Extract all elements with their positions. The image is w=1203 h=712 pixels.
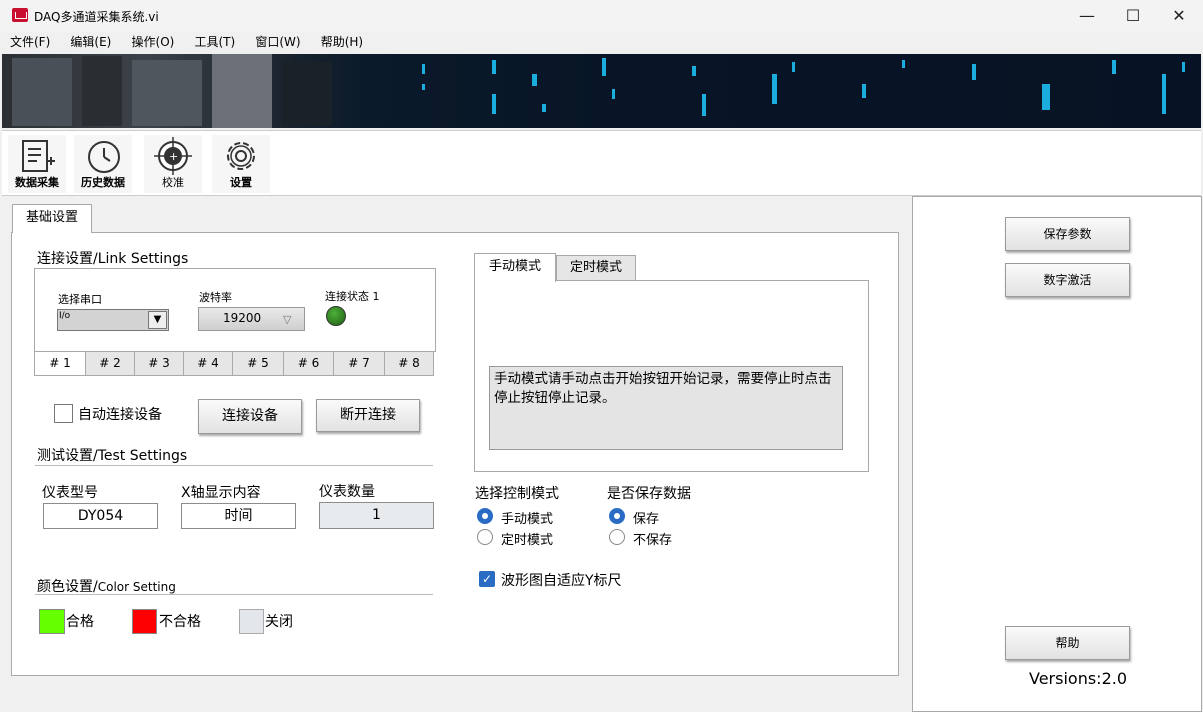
minimize-button[interactable]: —	[1064, 0, 1110, 32]
autoscale-label: 波形图自适应Y标尺	[501, 573, 622, 589]
baud-rate-value: 19200	[223, 311, 262, 325]
toolbar-label: 数据采集	[15, 176, 59, 189]
autoscale-checkbox[interactable]: ✓	[479, 571, 495, 587]
toolbar-label: 校准	[162, 176, 184, 189]
tab-basic-settings[interactable]: 基础设置	[12, 204, 92, 233]
close-button[interactable]: ✕	[1156, 0, 1202, 32]
channel-tab-7[interactable]: # 7	[333, 351, 385, 376]
title-bar: DAQ多通道采集系统.vi — ☐ ✕	[0, 0, 1203, 32]
channel-tab-8[interactable]: # 8	[384, 351, 434, 376]
toolbar-settings[interactable]: 设置	[212, 135, 270, 193]
tab-timed-mode[interactable]: 定时模式	[556, 255, 636, 282]
chevron-down-icon: ▽	[283, 313, 292, 326]
timed-mode-option-label: 定时模式	[501, 533, 554, 548]
manual-mode-option-label: 手动模式	[501, 512, 554, 527]
tab-manual-mode[interactable]: 手动模式	[474, 253, 556, 282]
pass-color-swatch[interactable]	[39, 609, 65, 634]
save-option-label: 保存	[633, 512, 660, 527]
control-mode-label: 选择控制模式	[475, 486, 559, 502]
menu-help[interactable]: 帮助(H)	[321, 32, 363, 52]
mode-description: 手动模式请手动点击开始按钮开始记录，需要停止时点击停止按钮停止记录。	[489, 366, 843, 450]
activate-button[interactable]: 数字激活	[1005, 263, 1130, 297]
save-radio[interactable]	[609, 508, 625, 524]
channel-tab-2[interactable]: # 2	[85, 351, 135, 376]
svg-text:+: +	[169, 150, 178, 163]
auto-connect-label: 自动连接设备	[78, 407, 162, 423]
toolbar-history[interactable]: 历史数据	[74, 135, 132, 193]
off-color-swatch[interactable]	[239, 609, 264, 634]
test-settings-title: 测试设置/Test Settings	[37, 448, 188, 464]
toolbar-data-acquisition[interactable]: 数据采集	[8, 135, 66, 193]
toolbar-calibrate[interactable]: + 校准	[144, 135, 202, 193]
serial-port-select[interactable]: I/o ▼	[57, 309, 169, 331]
history-clock-icon	[88, 141, 120, 173]
menu-edit[interactable]: 编辑(E)	[70, 32, 111, 52]
x-axis-field[interactable]: 时间	[181, 503, 296, 529]
connection-status-label: 连接状态 1	[325, 290, 380, 303]
serial-port-label: 选择串口	[58, 293, 102, 306]
save-params-button[interactable]: 保存参数	[1005, 217, 1130, 251]
no-save-radio[interactable]	[609, 529, 625, 545]
color-settings-title-en: Color Setting	[97, 580, 176, 594]
divider	[35, 465, 433, 466]
baud-rate-label: 波特率	[199, 291, 232, 304]
header-banner-image	[2, 54, 1201, 128]
menu-bar: 文件(F) 编辑(E) 操作(O) 工具(T) 窗口(W) 帮助(H)	[0, 32, 1203, 52]
io-prefix: I/o	[59, 311, 71, 321]
meter-model-field[interactable]: DY054	[43, 503, 158, 529]
timed-mode-radio[interactable]	[477, 529, 493, 545]
version-text: Versions:2.0	[1029, 669, 1128, 688]
channel-tab-6[interactable]: # 6	[283, 351, 334, 376]
channel-tab-5[interactable]: # 5	[232, 351, 284, 376]
fail-label: 不合格	[159, 614, 201, 630]
meter-count-label: 仪表数量	[319, 484, 375, 500]
crosshair-icon: +	[154, 137, 192, 175]
fail-color-swatch[interactable]	[132, 609, 157, 634]
menu-window[interactable]: 窗口(W)	[255, 32, 300, 52]
x-axis-label: X轴显示内容	[181, 485, 261, 501]
auto-connect-checkbox[interactable]	[54, 404, 73, 423]
gear-icon	[227, 142, 255, 170]
maximize-button[interactable]: ☐	[1110, 0, 1156, 32]
connection-status-led	[326, 306, 346, 326]
divider	[35, 594, 433, 595]
no-save-option-label: 不保存	[633, 533, 673, 548]
color-settings-title: 颜色设置/Color Setting	[37, 576, 176, 596]
toolbar-label: 历史数据	[81, 176, 125, 189]
menu-tools[interactable]: 工具(T)	[194, 32, 235, 52]
save-data-label: 是否保存数据	[607, 486, 691, 502]
chevron-down-icon[interactable]: ▼	[148, 311, 167, 329]
channel-tab-4[interactable]: # 4	[183, 351, 233, 376]
window-title: DAQ多通道采集系统.vi	[34, 10, 159, 24]
channel-tab-3[interactable]: # 3	[134, 351, 184, 376]
document-edit-icon	[22, 140, 55, 172]
meter-count-field[interactable]: 1	[319, 502, 434, 529]
pass-label: 合格	[66, 614, 94, 630]
link-settings-title: 连接设置/Link Settings	[37, 251, 189, 267]
menu-operate[interactable]: 操作(O)	[132, 32, 175, 52]
channel-tab-1[interactable]: # 1	[34, 352, 86, 376]
disconnect-button[interactable]: 断开连接	[316, 399, 420, 432]
meter-model-label: 仪表型号	[42, 485, 98, 501]
toolbar-label: 设置	[230, 176, 252, 189]
manual-mode-radio[interactable]	[477, 508, 493, 524]
help-button[interactable]: 帮助	[1005, 626, 1130, 660]
color-settings-title-main: 颜色设置/	[37, 579, 98, 595]
toolbar: 数据采集 历史数据 + 校准 设置	[2, 130, 1201, 196]
off-label: 关闭	[265, 614, 293, 630]
baud-rate-select[interactable]: 19200 ▽	[198, 307, 305, 331]
connect-device-button[interactable]: 连接设备	[198, 399, 302, 434]
menu-file[interactable]: 文件(F)	[10, 32, 50, 52]
app-icon	[12, 8, 28, 22]
